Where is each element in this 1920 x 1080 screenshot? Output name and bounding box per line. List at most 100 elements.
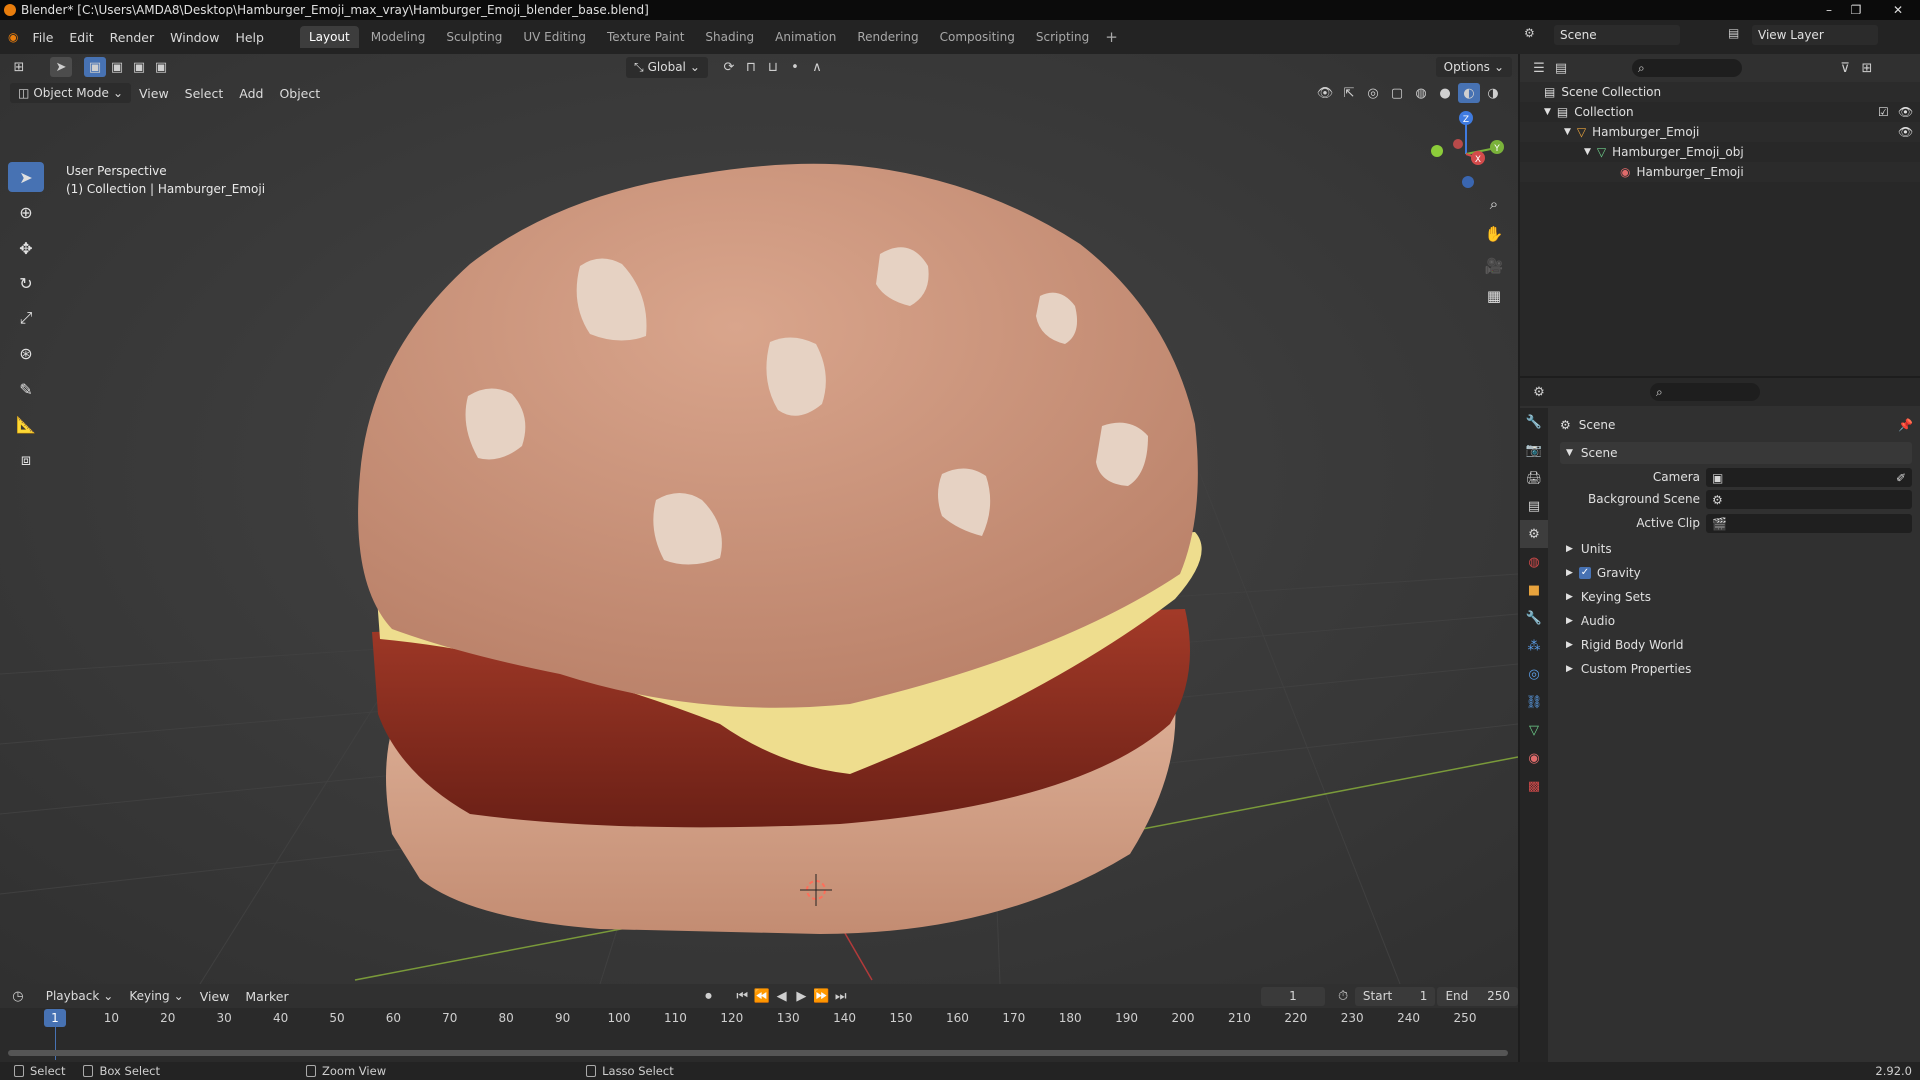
physics-tab-icon[interactable]: ◎ (1520, 660, 1548, 688)
menu-render[interactable]: Render (102, 30, 163, 45)
proportional-edit-icon[interactable]: • (784, 57, 806, 77)
outliner-row-material[interactable]: ◉ Hamburger_Emoji (1520, 162, 1920, 182)
timeline-editor-icon[interactable]: ◷ (8, 986, 28, 1006)
texture-tab-icon[interactable]: ▩ (1520, 772, 1548, 800)
tab-animation[interactable]: Animation (766, 26, 845, 48)
zoom-icon[interactable]: ⌕ (1480, 190, 1508, 218)
rendered-shading-icon[interactable]: ◑ (1482, 83, 1504, 103)
expand-icon[interactable]: ▼ (1564, 127, 1571, 137)
move-tool-icon[interactable]: ✥ (8, 233, 44, 263)
expand-icon[interactable]: ▼ (1584, 147, 1591, 157)
editor-type-icon[interactable]: ⊞ (8, 57, 30, 77)
audio-panel-header[interactable]: ▶ Audio (1566, 610, 1615, 632)
transform-tool-icon[interactable]: ⊛ (8, 338, 44, 368)
snap-target-icon[interactable]: ⊔ (762, 57, 784, 77)
annotate-tool-icon[interactable]: ✎ (8, 374, 44, 404)
mode-dropdown[interactable]: ◫ Object Mode ⌄ (10, 83, 131, 103)
scale-tool-icon[interactable]: ⤢ (8, 303, 44, 333)
select-box-tool-icon[interactable]: ➤ (8, 162, 44, 192)
stopwatch-icon[interactable]: ⏱ (1333, 986, 1353, 1006)
select-subtract-icon[interactable]: ▣ (128, 57, 150, 77)
timeline-marker-menu[interactable]: Marker (237, 989, 296, 1004)
scene-selector[interactable]: Scene (1554, 25, 1680, 45)
close-button[interactable]: ✕ (1878, 0, 1918, 20)
output-tab-icon[interactable]: 🖨 (1520, 464, 1548, 492)
add-cube-tool-icon[interactable]: ⧈ (8, 445, 44, 475)
minimize-button[interactable]: – (1816, 0, 1842, 20)
viewport-menu-view[interactable]: View (131, 86, 177, 101)
scene-panel-header[interactable]: ▼ Scene (1560, 442, 1912, 464)
add-workspace-icon[interactable]: + (1105, 28, 1118, 46)
jump-end-icon[interactable]: ⏭ (831, 986, 851, 1006)
xray-icon[interactable]: ▢ (1386, 83, 1408, 103)
tab-texture-paint[interactable]: Texture Paint (598, 26, 693, 48)
rotate-tool-icon[interactable]: ↻ (8, 268, 44, 298)
solid-shading-icon[interactable]: ● (1434, 83, 1456, 103)
maximize-button[interactable]: ❐ (1843, 0, 1869, 20)
material-tab-icon[interactable]: ◉ (1520, 744, 1548, 772)
background-scene-field[interactable]: ⚙ (1706, 490, 1912, 509)
select-intersect-icon[interactable]: ▣ (150, 57, 172, 77)
eye-icon[interactable]: 👁 (1898, 105, 1913, 119)
outliner-row-mesh[interactable]: ▼ ▽ Hamburger_Emoji_obj (1520, 142, 1920, 162)
material-shading-icon[interactable]: ◐ (1458, 83, 1480, 103)
measure-tool-icon[interactable]: 📐 (8, 409, 44, 439)
expand-icon[interactable]: ▼ (1544, 107, 1551, 117)
falloff-icon[interactable]: ∧ (806, 57, 828, 77)
custom-properties-panel-header[interactable]: ▶ Custom Properties (1566, 658, 1691, 680)
menu-help[interactable]: Help (227, 30, 272, 45)
eyedropper-icon[interactable]: ✐ (1896, 471, 1906, 485)
exclude-checkbox[interactable]: ☑ (1878, 105, 1889, 119)
menu-edit[interactable]: Edit (61, 30, 101, 45)
tab-rendering[interactable]: Rendering (848, 26, 927, 48)
display-mode-icon[interactable]: ▤ (1550, 58, 1572, 78)
jump-keyframe-back-icon[interactable]: ⏪ (752, 986, 772, 1006)
gravity-panel-header[interactable]: ▶ ✓ Gravity (1566, 562, 1641, 584)
transform-orientation-dropdown[interactable]: ⤡ Global ⌄ (626, 56, 708, 78)
play-reverse-icon[interactable]: ◀ (772, 986, 792, 1006)
view-layer-tab-icon[interactable]: ▤ (1520, 492, 1548, 520)
end-frame-field[interactable]: End 250 (1437, 986, 1518, 1006)
options-dropdown[interactable]: Options ⌄ (1435, 57, 1512, 77)
camera-view-icon[interactable]: 🎥 (1480, 252, 1508, 280)
outliner-search-input[interactable]: ⌕ (1632, 59, 1742, 77)
scene-tab-icon[interactable]: ⚙ (1520, 520, 1548, 548)
pivot-point-icon[interactable]: ⟳ (718, 57, 740, 77)
pan-hand-icon[interactable]: ✋ (1480, 220, 1508, 248)
playback-menu[interactable]: Playback ⌄ (38, 986, 122, 1006)
record-icon[interactable]: ⏺ (699, 986, 719, 1006)
outliner-row-scene-collection[interactable]: ▤ Scene Collection (1520, 82, 1920, 102)
gizmo-toggle-icon[interactable]: ⇱ (1338, 83, 1360, 103)
viewport-menu-object[interactable]: Object (271, 86, 328, 101)
pin-icon[interactable]: 📌 (1898, 418, 1913, 432)
outliner-editor-icon[interactable]: ☰ (1528, 58, 1550, 78)
units-panel-header[interactable]: ▶ Units (1566, 538, 1612, 560)
snap-icon[interactable]: ⊓ (740, 57, 762, 77)
jump-start-icon[interactable]: ⏮ (732, 986, 752, 1006)
tab-layout[interactable]: Layout (299, 26, 359, 48)
object-tab-icon[interactable]: ■ (1520, 576, 1548, 604)
perspective-toggle-icon[interactable]: ▦ (1480, 282, 1508, 310)
tab-sculpting[interactable]: Sculpting (437, 26, 511, 48)
rigid-body-world-panel-header[interactable]: ▶ Rigid Body World (1566, 634, 1683, 656)
cursor-tool-icon[interactable]: ⊕ (8, 197, 44, 227)
play-icon[interactable]: ▶ (791, 986, 811, 1006)
tool-tab-icon[interactable]: 🔧 (1520, 408, 1548, 436)
3d-viewport[interactable]: Z Y X ⊞ ➤ ▣ ▣ ▣ ▣ ⤡ Global ⌄ ⟳ ⊓ ⊔ • ∧ Op… (0, 54, 1518, 984)
world-tab-icon[interactable]: ◍ (1520, 548, 1548, 576)
select-mode-icon[interactable]: ➤ (50, 57, 72, 77)
start-frame-field[interactable]: Start 1 (1354, 986, 1436, 1006)
particles-tab-icon[interactable]: ⁂ (1520, 632, 1548, 660)
timeline-scrollbar[interactable] (8, 1050, 1508, 1056)
camera-field[interactable]: ▣ ✐ (1706, 468, 1912, 487)
current-frame-field[interactable]: 1 (1260, 986, 1326, 1006)
active-clip-field[interactable]: 🎬 (1706, 514, 1912, 533)
tab-scripting[interactable]: Scripting (1027, 26, 1098, 48)
tab-modeling[interactable]: Modeling (362, 26, 435, 48)
hamburger-model[interactable] (358, 163, 1202, 934)
viewport-menu-select[interactable]: Select (177, 86, 232, 101)
tab-shading[interactable]: Shading (696, 26, 763, 48)
menu-window[interactable]: Window (162, 30, 227, 45)
properties-search-input[interactable]: ⌕ (1650, 383, 1760, 401)
render-tab-icon[interactable]: 📷 (1520, 436, 1548, 464)
